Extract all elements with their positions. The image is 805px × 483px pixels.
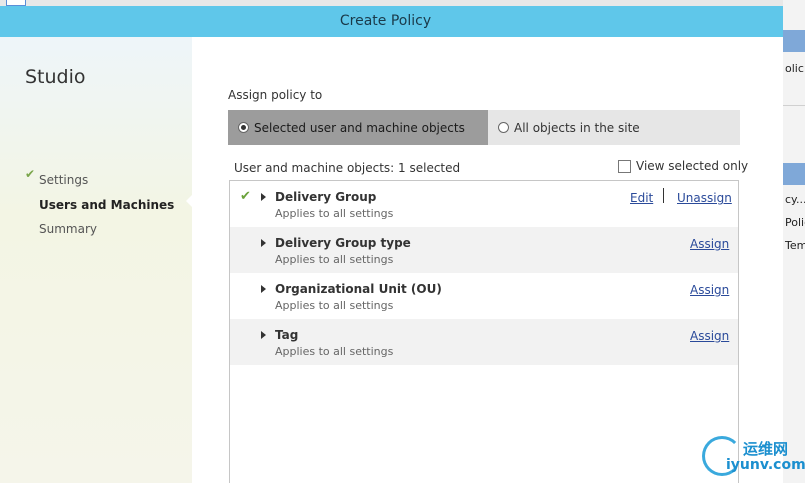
background-text: Tem (785, 239, 805, 252)
radio-selected-objects[interactable]: Selected user and machine objects (228, 110, 488, 145)
background-text: cy... (785, 193, 805, 206)
assign-policy-label: Assign policy to (228, 88, 323, 102)
assign-link[interactable]: Assign (690, 329, 729, 343)
assign-link[interactable]: Assign (690, 237, 729, 251)
expand-triangle-icon[interactable] (261, 285, 266, 293)
nav-step-users-and-machines[interactable]: Users and Machines (39, 198, 174, 212)
watermark-cn-text: 运维网 (743, 440, 789, 458)
link-separator (663, 188, 664, 203)
title-bar: Create Policy (0, 6, 783, 37)
radio-off-icon (498, 122, 509, 133)
item-subtitle: Applies to all settings (275, 299, 394, 312)
background-text: olic (785, 62, 804, 75)
expand-triangle-icon[interactable] (261, 239, 266, 247)
edit-link[interactable]: Edit (630, 191, 653, 205)
list-item-delivery-group-type[interactable]: Delivery Group type Applies to all setti… (230, 227, 738, 273)
radio-label: Selected user and machine objects (254, 120, 465, 135)
wizard-sidebar (0, 37, 192, 483)
objects-count-label: User and machine objects: 1 selected (234, 161, 461, 175)
background-text: Polic (785, 216, 805, 229)
objects-list: ✔ Delivery Group Applies to all settings… (229, 180, 739, 483)
current-step-pointer (186, 193, 194, 209)
assigned-check-icon: ✔ (240, 189, 251, 204)
item-name: Delivery Group (275, 190, 377, 204)
background-divider (783, 105, 805, 106)
item-name: Tag (275, 328, 299, 342)
watermark-en-text: iyunv.com (726, 457, 805, 473)
expand-triangle-icon[interactable] (261, 331, 266, 339)
checkmark-icon: ✔ (25, 167, 36, 181)
radio-all-objects[interactable]: All objects in the site (488, 110, 740, 145)
background-panel-header (783, 30, 805, 52)
dialog-title: Create Policy (339, 13, 432, 29)
watermark: 运维网 iyunv.com (700, 432, 805, 483)
nav-step-settings[interactable]: Settings (39, 173, 88, 187)
item-subtitle: Applies to all settings (275, 253, 394, 266)
nav-step-summary[interactable]: Summary (39, 222, 97, 236)
item-subtitle: Applies to all settings (275, 345, 394, 358)
checkbox-label: View selected only (636, 159, 749, 173)
view-selected-only-checkbox[interactable]: View selected only (618, 159, 748, 173)
item-subtitle: Applies to all settings (275, 207, 394, 220)
item-name: Organizational Unit (OU) (275, 282, 442, 296)
background-app-panel: olic cy... Polic Tem (783, 0, 805, 483)
background-panel-header (783, 163, 805, 185)
unassign-link[interactable]: Unassign (677, 191, 732, 205)
brand-title: Studio (25, 66, 86, 88)
checkbox-icon (618, 159, 631, 173)
list-item-delivery-group[interactable]: ✔ Delivery Group Applies to all settings… (230, 181, 738, 227)
list-item-tag[interactable]: Tag Applies to all settings Assign (230, 319, 738, 365)
list-item-organizational-unit[interactable]: Organizational Unit (OU) Applies to all … (230, 273, 738, 319)
expand-triangle-icon[interactable] (261, 193, 266, 201)
item-name: Delivery Group type (275, 236, 411, 250)
radio-on-icon (238, 122, 249, 133)
assign-radio-group: Selected user and machine objects All ob… (228, 110, 740, 145)
radio-label: All objects in the site (514, 120, 640, 135)
assign-link[interactable]: Assign (690, 283, 729, 297)
